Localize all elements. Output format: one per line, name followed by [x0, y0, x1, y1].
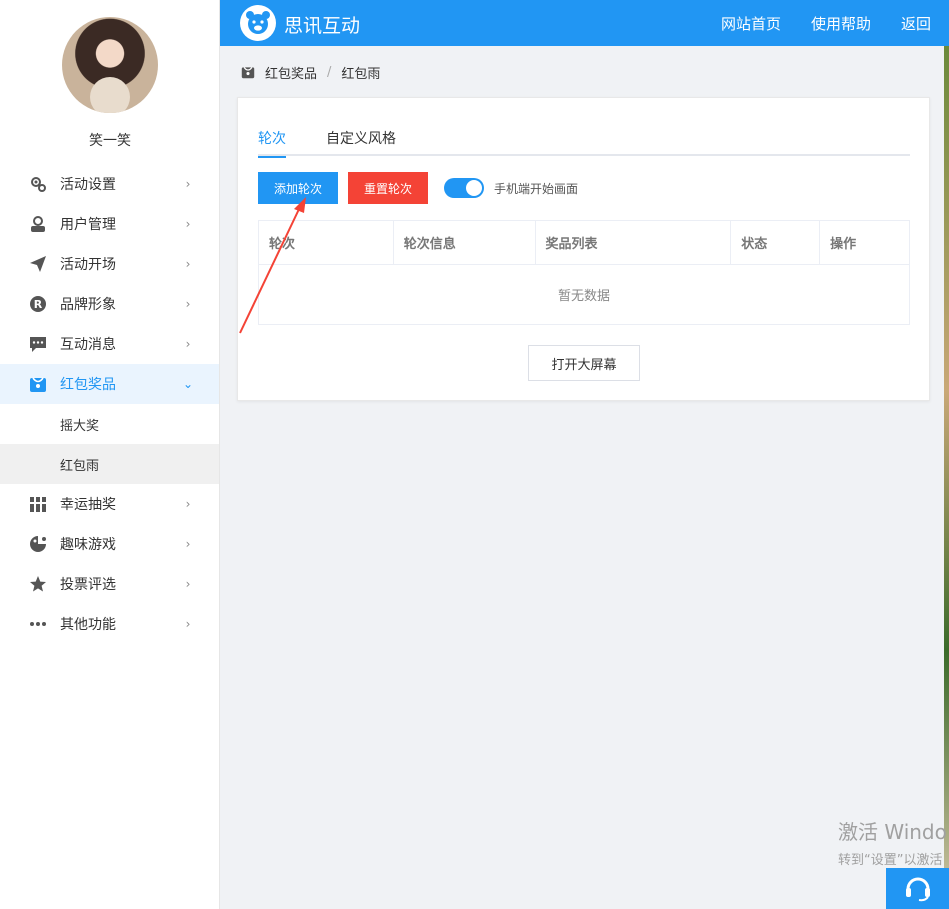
- tab-custom-style[interactable]: 自定义风格: [326, 128, 396, 156]
- table-row: 暂无数据: [258, 264, 910, 325]
- gift-box-icon: [241, 65, 255, 79]
- lottery-icon: [28, 494, 48, 514]
- sidebar-item-label: 用户管理: [60, 217, 116, 233]
- tab-bar: 轮次 自定义风格: [258, 126, 910, 158]
- nav-back-link[interactable]: 返回: [901, 13, 931, 34]
- sidebar-item-voting[interactable]: 投票评选 ›: [0, 564, 219, 604]
- sidebar-item-user-management[interactable]: 用户管理 ›: [0, 204, 219, 244]
- breadcrumb-separator: /: [327, 64, 332, 80]
- svg-text:R: R: [34, 298, 43, 311]
- sidebar-item-interactive-messages[interactable]: 互动消息 ›: [0, 324, 219, 364]
- game-icon: [28, 534, 48, 554]
- paper-plane-icon: [28, 254, 48, 274]
- registered-icon: R: [28, 294, 48, 314]
- bear-logo-icon[interactable]: [240, 5, 276, 41]
- sidebar: 笑一笑 活动设置 › 用户管理 › 活动开场 › R 品牌形象 › 互动消息 ›…: [0, 0, 220, 909]
- star-icon: [28, 574, 48, 594]
- sidebar-subitem-shake-prize[interactable]: 摇大奖: [0, 404, 219, 444]
- sidebar-item-activity-opening[interactable]: 活动开场 ›: [0, 244, 219, 284]
- top-nav: 网站首页 使用帮助 返回: [721, 0, 949, 46]
- chat-icon: [28, 334, 48, 354]
- sidebar-item-activity-settings[interactable]: 活动设置 ›: [0, 164, 219, 204]
- sidebar-item-label: 活动开场: [60, 257, 116, 273]
- chevron-right-icon: ›: [185, 577, 191, 591]
- sidebar-item-label: 其他功能: [60, 617, 116, 633]
- breadcrumb: 红包奖品 / 红包雨: [241, 62, 380, 82]
- tab-rounds[interactable]: 轮次: [258, 128, 286, 158]
- breadcrumb-parent[interactable]: 红包奖品: [265, 63, 317, 82]
- gift-box-icon: [28, 374, 48, 394]
- column-header-actions: 操作: [819, 220, 910, 265]
- sidebar-item-lucky-draw[interactable]: 幸运抽奖 ›: [0, 484, 219, 524]
- table-header-row: 轮次 轮次信息 奖品列表 状态 操作: [258, 220, 910, 265]
- chevron-right-icon: ›: [185, 217, 191, 231]
- sidebar-item-label: 投票评选: [60, 577, 116, 593]
- nav-help-link[interactable]: 使用帮助: [811, 13, 871, 34]
- column-header-round-info: 轮次信息: [392, 220, 536, 265]
- sidebar-item-label: 品牌形象: [60, 297, 116, 313]
- chevron-right-icon: ›: [185, 537, 191, 551]
- empty-state-text: 暂无数据: [258, 264, 910, 325]
- chevron-down-icon: ⌄: [182, 377, 194, 391]
- column-header-prize-list: 奖品列表: [534, 220, 732, 265]
- mobile-start-screen-toggle[interactable]: [444, 178, 484, 198]
- sidebar-item-brand-image[interactable]: R 品牌形象 ›: [0, 284, 219, 324]
- sidebar-menu: 活动设置 › 用户管理 › 活动开场 › R 品牌形象 › 互动消息 › 红包奖…: [0, 164, 219, 644]
- windows-activation-watermark: 激活 Windo 转到“设置”以激活: [838, 816, 947, 868]
- sidebar-item-label: 红包奖品: [60, 377, 116, 393]
- content-card: 轮次 自定义风格 添加轮次 重置轮次 手机端开始画面 轮次 轮次信息 奖品列表 …: [237, 97, 930, 401]
- desktop-wallpaper-edge: [944, 46, 949, 909]
- gear-icon: [28, 174, 48, 194]
- reset-rounds-button[interactable]: 重置轮次: [348, 172, 428, 204]
- brand-name: 思讯互动: [284, 15, 361, 37]
- sidebar-item-fun-games[interactable]: 趣味游戏 ›: [0, 524, 219, 564]
- sidebar-item-label: 幸运抽奖: [60, 497, 116, 513]
- add-round-button[interactable]: 添加轮次: [258, 172, 338, 204]
- chevron-right-icon: ›: [185, 177, 191, 191]
- chevron-right-icon: ›: [185, 297, 191, 311]
- top-header: 思讯互动 网站首页 使用帮助 返回: [220, 0, 949, 46]
- chevron-right-icon: ›: [185, 497, 191, 511]
- sidebar-item-label: 趣味游戏: [60, 537, 116, 553]
- column-header-round: 轮次: [258, 220, 394, 265]
- watermark-line-1: 激活 Windo: [838, 820, 947, 844]
- nav-home-link[interactable]: 网站首页: [721, 13, 781, 34]
- username: 笑一笑: [89, 133, 131, 149]
- customer-service-button[interactable]: [886, 868, 949, 909]
- more-icon: [28, 614, 48, 634]
- sidebar-item-red-packet-prizes[interactable]: 红包奖品 ⌄: [0, 364, 219, 404]
- sidebar-item-label: 活动设置: [60, 177, 116, 193]
- toggle-label: 手机端开始画面: [494, 182, 579, 196]
- avatar[interactable]: [62, 17, 158, 113]
- chevron-right-icon: ›: [185, 257, 191, 271]
- user-icon: [28, 214, 48, 234]
- breadcrumb-current: 红包雨: [341, 66, 381, 82]
- sidebar-subitem-red-packet-rain[interactable]: 红包雨: [0, 444, 219, 484]
- column-header-status: 状态: [730, 220, 821, 265]
- chevron-right-icon: ›: [185, 617, 191, 631]
- open-big-screen-button[interactable]: 打开大屏幕: [528, 345, 640, 381]
- sidebar-item-label: 互动消息: [60, 337, 116, 353]
- sidebar-item-other-features[interactable]: 其他功能 ›: [0, 604, 219, 644]
- watermark-line-2: 转到“设置”以激活: [838, 853, 943, 868]
- rounds-table: 轮次 轮次信息 奖品列表 状态 操作 暂无数据: [258, 220, 910, 325]
- chevron-right-icon: ›: [185, 337, 191, 351]
- headset-icon: [903, 872, 933, 906]
